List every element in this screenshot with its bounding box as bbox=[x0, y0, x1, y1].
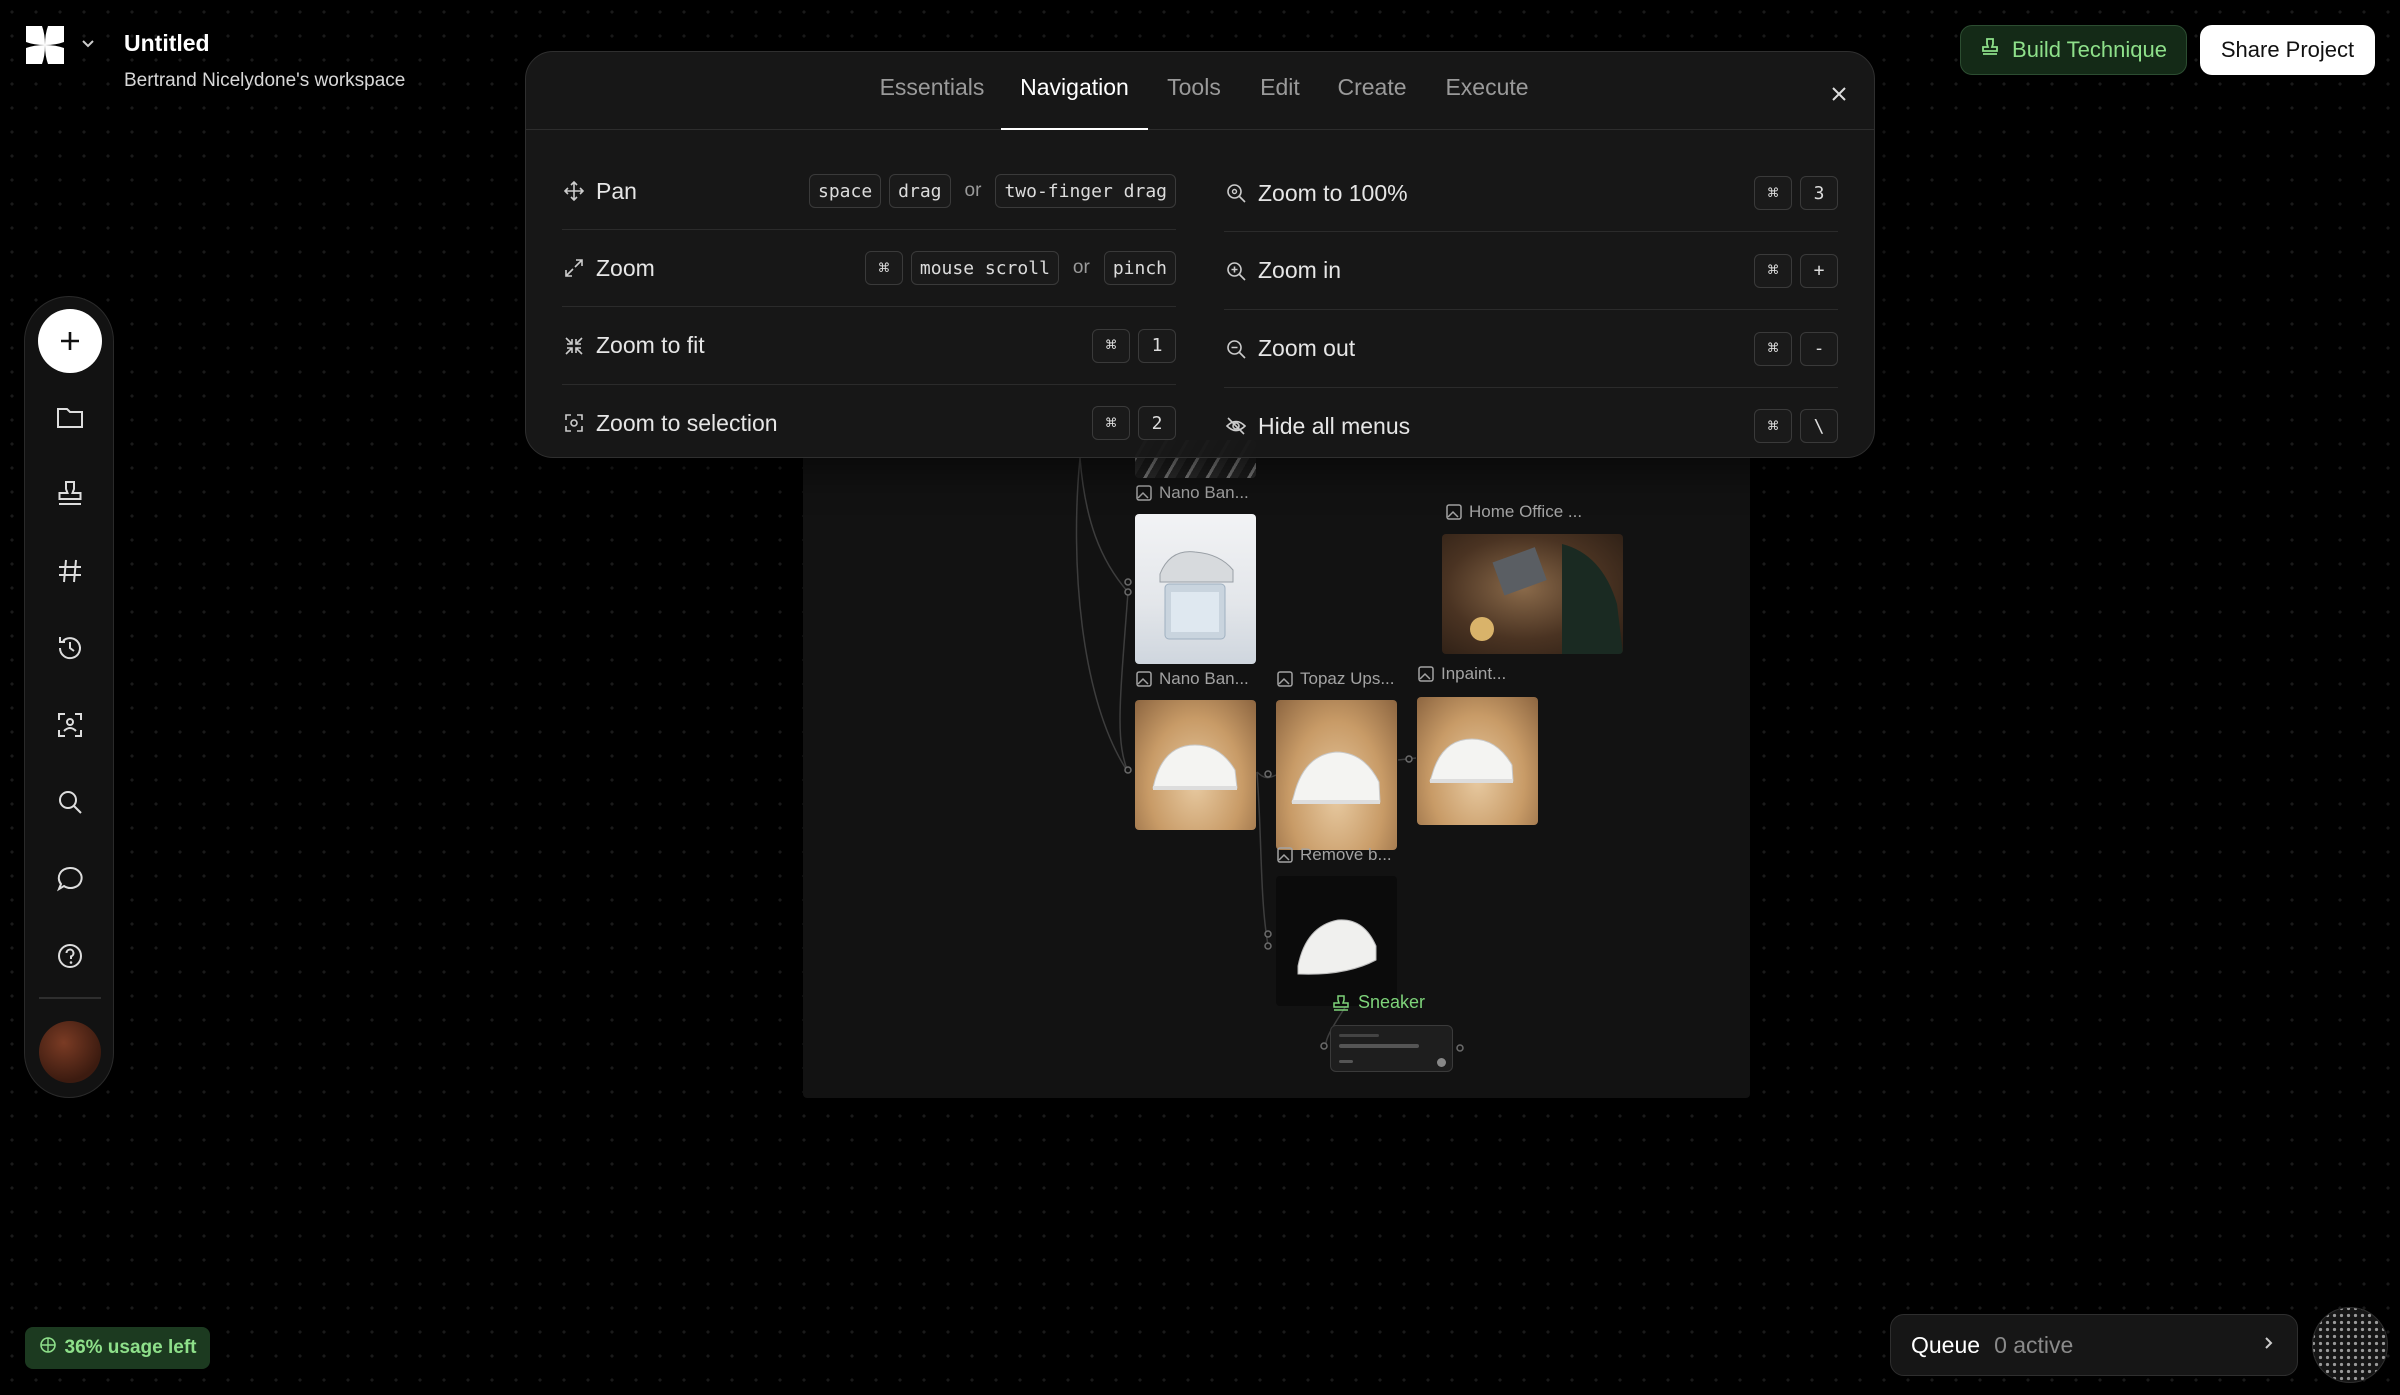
shortcut-row-zoom-out: Zoom out ⌘ - bbox=[1224, 310, 1838, 388]
shortcut-label-zoom-to-fit: Zoom to fit bbox=[596, 332, 705, 358]
shortcut-row-pan: Pan space drag or two-finger drag bbox=[562, 153, 1176, 230]
shortcut-keys-hide-menus: ⌘ \ bbox=[1754, 409, 1838, 443]
grid-icon bbox=[39, 1336, 57, 1360]
shortcut-label-zoom-100: Zoom to 100% bbox=[1258, 179, 1408, 206]
node-label-topaz[interactable]: Topaz Ups... bbox=[1276, 669, 1395, 689]
or-text: or bbox=[1072, 257, 1090, 278]
key-cmd: ⌘ bbox=[1754, 176, 1792, 210]
selection-icon bbox=[562, 411, 586, 435]
key-two-finger-drag: two-finger drag bbox=[995, 174, 1176, 208]
key-1: 1 bbox=[1138, 328, 1176, 363]
image-icon bbox=[1446, 504, 1462, 520]
stamp-icon bbox=[1333, 994, 1349, 1011]
zoom-icon bbox=[1224, 181, 1248, 205]
key-mouse-scroll: mouse scroll bbox=[910, 251, 1059, 285]
shortcut-keys-zoom-to-selection: ⌘ 2 bbox=[1092, 406, 1176, 440]
shortcut-label-zoom-in: Zoom in bbox=[1258, 257, 1342, 283]
node-image-sneaker-cutout[interactable] bbox=[1276, 876, 1397, 1006]
eye-off-icon bbox=[1224, 414, 1248, 438]
shortcut-row-zoom-100: Zoom to 100% ⌘ 3 bbox=[1224, 155, 1838, 232]
usage-text: 36% usage left bbox=[64, 1337, 197, 1358]
key-drag: drag bbox=[889, 174, 951, 208]
shortcut-label-pan: Pan bbox=[596, 177, 637, 204]
shortcut-row-hide-menus: Hide all menus ⌘ \ bbox=[1224, 388, 1838, 464]
key-cmd: ⌘ bbox=[1754, 331, 1792, 366]
key-cmd: ⌘ bbox=[1754, 253, 1792, 288]
shortcut-label-zoom: Zoom bbox=[596, 254, 655, 281]
shortcut-label-zoom-to-selection: Zoom to selection bbox=[596, 409, 778, 436]
key-cmd: ⌘ bbox=[1092, 328, 1130, 363]
node-image-sneaker-sand-1[interactable] bbox=[1135, 700, 1256, 830]
close-icon[interactable] bbox=[1823, 78, 1855, 110]
shortcut-keys-pan: space drag or two-finger drag bbox=[808, 174, 1176, 208]
image-icon bbox=[1136, 671, 1152, 687]
node-label-sneaker[interactable]: Sneaker bbox=[1332, 992, 1425, 1013]
key-space: space bbox=[808, 174, 882, 208]
key-pinch: pinch bbox=[1103, 251, 1176, 285]
chevron-right-icon bbox=[2259, 1334, 2277, 1357]
shortcut-label-zoom-out: Zoom out bbox=[1258, 335, 1356, 361]
tab-edit[interactable]: Edit bbox=[1255, 74, 1305, 130]
tab-execute[interactable]: Execute bbox=[1439, 74, 1535, 130]
shortcut-keys-zoom-to-fit: ⌘ 1 bbox=[1092, 328, 1176, 363]
expand-icon bbox=[562, 256, 586, 280]
shortcut-tabs: Essentials Navigation Tools Edit Create … bbox=[526, 52, 1874, 130]
node-label-nano-1[interactable]: Nano Ban... bbox=[1135, 483, 1249, 503]
tab-essentials[interactable]: Essentials bbox=[876, 74, 988, 130]
shortcut-label-hide-menus: Hide all menus bbox=[1258, 412, 1411, 439]
key-plus: + bbox=[1800, 253, 1838, 288]
or-text: or bbox=[964, 180, 982, 201]
key-backslash: \ bbox=[1800, 409, 1838, 443]
shortcut-row-zoom-to-selection: Zoom to selection ⌘ 2 bbox=[562, 385, 1176, 461]
node-label-remove-bg[interactable]: Remove b... bbox=[1276, 845, 1392, 865]
image-icon bbox=[1277, 847, 1293, 863]
key-cmd: ⌘ bbox=[864, 251, 903, 285]
node-image-sneaker-sand-2[interactable] bbox=[1276, 700, 1397, 850]
tab-create[interactable]: Create bbox=[1332, 74, 1412, 130]
node-image-home-office[interactable] bbox=[1442, 534, 1623, 654]
shortcut-row-zoom-in: Zoom in ⌘ + bbox=[1224, 232, 1838, 310]
node-label-nano-2[interactable]: Nano Ban... bbox=[1135, 669, 1249, 689]
node-label-inpaint[interactable]: Inpaint... bbox=[1417, 664, 1506, 684]
shortcut-row-zoom-to-fit: Zoom to fit ⌘ 1 bbox=[562, 307, 1176, 385]
zoom-out-icon bbox=[1224, 337, 1248, 361]
zoom-in-icon bbox=[1224, 259, 1248, 283]
queue-status: 0 active bbox=[1994, 1331, 2074, 1358]
queue-label: Queue bbox=[1911, 1331, 1981, 1358]
move-icon bbox=[562, 179, 586, 203]
tab-tools[interactable]: Tools bbox=[1162, 74, 1226, 130]
shortcut-keys-zoom-in: ⌘ + bbox=[1754, 253, 1838, 288]
image-icon bbox=[1136, 485, 1152, 501]
key-2: 2 bbox=[1138, 406, 1176, 440]
usage-badge[interactable]: 36% usage left bbox=[25, 1327, 210, 1369]
node-label-home-office[interactable]: Home Office ... bbox=[1445, 502, 1582, 522]
key-3: 3 bbox=[1800, 176, 1838, 210]
keyboard-shortcuts-panel: Essentials Navigation Tools Edit Create … bbox=[525, 51, 1875, 458]
node-image-sneaker-sand-3[interactable] bbox=[1417, 697, 1538, 825]
key-minus: - bbox=[1800, 331, 1838, 366]
node-image-sneaker-ice[interactable] bbox=[1135, 514, 1256, 664]
image-icon bbox=[1418, 666, 1434, 682]
shortcut-keys-zoom: ⌘ mouse scroll or pinch bbox=[864, 251, 1176, 285]
queue-panel[interactable]: Queue 0 active bbox=[1890, 1314, 2298, 1376]
technique-node-card[interactable] bbox=[1330, 1025, 1453, 1072]
tab-navigation[interactable]: Navigation bbox=[1001, 74, 1148, 130]
key-cmd: ⌘ bbox=[1092, 406, 1130, 440]
shrink-icon bbox=[562, 334, 586, 358]
shortcut-keys-zoom-out: ⌘ - bbox=[1754, 331, 1838, 366]
dot-grid-button[interactable] bbox=[2312, 1307, 2388, 1383]
key-cmd: ⌘ bbox=[1754, 409, 1792, 443]
shortcut-row-zoom: Zoom ⌘ mouse scroll or pinch bbox=[562, 230, 1176, 307]
image-icon bbox=[1277, 671, 1293, 687]
shortcut-keys-zoom-100: ⌘ 3 bbox=[1754, 176, 1838, 210]
